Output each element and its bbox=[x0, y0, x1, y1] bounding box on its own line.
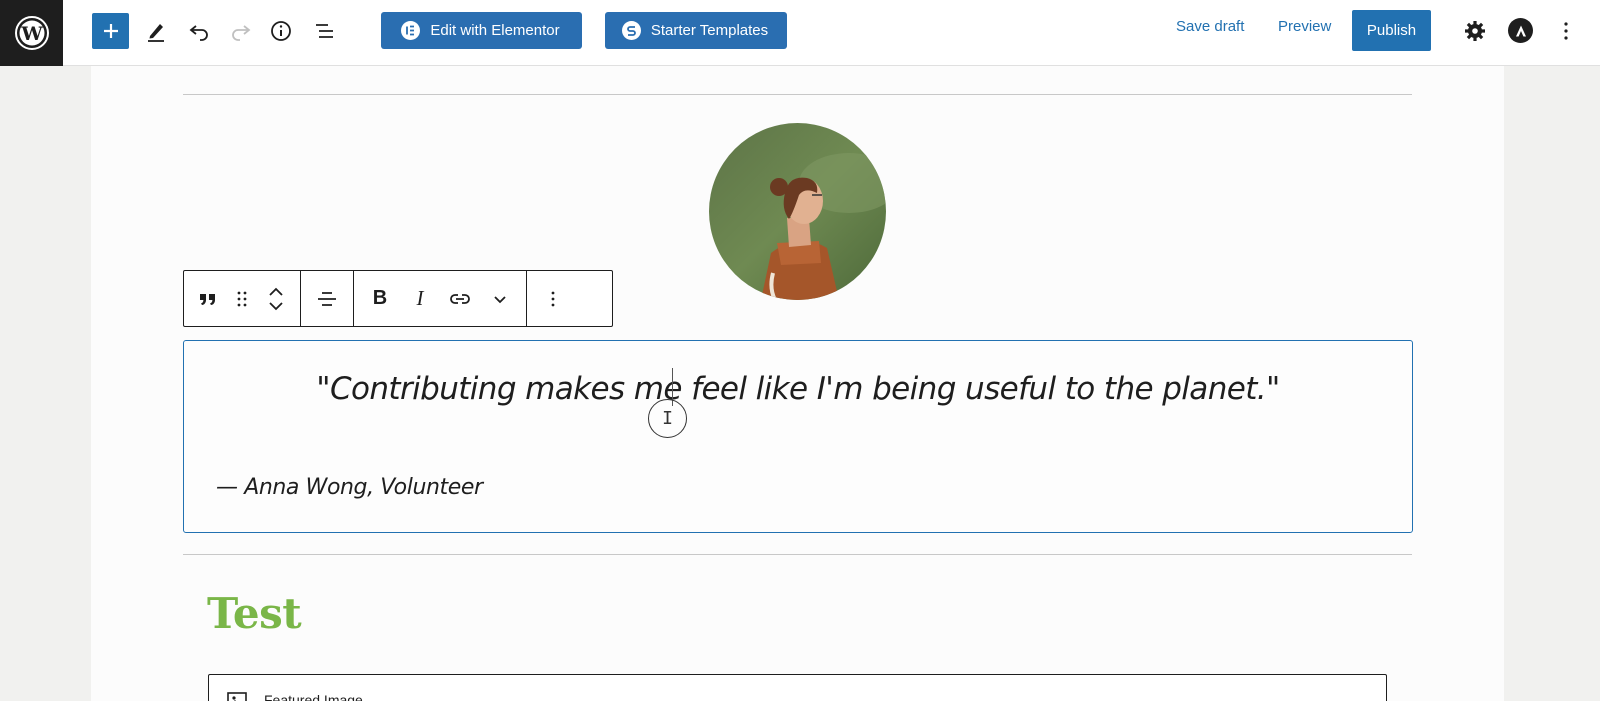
redo-button[interactable] bbox=[226, 16, 256, 46]
more-vertical-icon bbox=[1564, 22, 1568, 40]
astra-icon bbox=[1515, 25, 1526, 36]
svg-text:W: W bbox=[20, 23, 43, 45]
drag-icon bbox=[237, 291, 247, 306]
tools-button[interactable] bbox=[141, 16, 171, 46]
preview-label: Preview bbox=[1278, 18, 1332, 35]
wordpress-logo-button[interactable]: W bbox=[0, 0, 63, 66]
link-button[interactable] bbox=[440, 277, 480, 321]
featured-image-label: Featured Image bbox=[264, 692, 363, 701]
add-block-button[interactable] bbox=[92, 13, 129, 49]
info-icon bbox=[271, 21, 291, 41]
block-toolbar-group-align bbox=[301, 271, 354, 326]
block-toolbar: B I bbox=[183, 270, 613, 327]
page-heading[interactable]: Test bbox=[207, 589, 302, 638]
quote-citation[interactable]: — Anna Wong, Volunteer bbox=[216, 475, 483, 500]
elementor-icon bbox=[401, 21, 421, 40]
align-button[interactable] bbox=[307, 277, 347, 321]
bold-icon: B bbox=[372, 287, 388, 309]
details-button[interactable] bbox=[266, 16, 296, 46]
more-rich-text-button[interactable] bbox=[480, 277, 520, 321]
italic-button[interactable]: I bbox=[400, 277, 440, 321]
editor-top-toolbar: W Edit with Elementor Starter Templates … bbox=[0, 0, 1600, 66]
chevron-down-icon bbox=[269, 301, 283, 310]
save-draft-label: Save draft bbox=[1176, 18, 1245, 35]
publish-button[interactable]: Publish bbox=[1352, 10, 1431, 51]
italic-icon: I bbox=[416, 286, 424, 310]
astra-settings-button[interactable] bbox=[1508, 18, 1533, 43]
move-up-down-buttons[interactable] bbox=[258, 277, 294, 321]
wordpress-icon: W bbox=[14, 16, 49, 50]
more-vertical-icon bbox=[551, 291, 555, 306]
settings-button[interactable] bbox=[1460, 16, 1490, 46]
drag-handle[interactable] bbox=[226, 277, 258, 321]
save-draft-button[interactable]: Save draft bbox=[1176, 18, 1244, 35]
link-icon bbox=[450, 293, 470, 304]
redo-icon bbox=[232, 25, 251, 41]
bold-button[interactable]: B bbox=[360, 277, 400, 321]
starter-templates-button[interactable]: Starter Templates bbox=[605, 12, 787, 49]
separator-block[interactable] bbox=[183, 554, 1412, 555]
block-toolbar-group-options bbox=[527, 271, 579, 326]
plus-icon bbox=[103, 24, 118, 38]
separator-block[interactable] bbox=[183, 94, 1412, 95]
undo-icon bbox=[189, 25, 208, 41]
block-toolbar-group-parent bbox=[184, 271, 301, 326]
pencil-icon bbox=[148, 24, 164, 42]
chevron-up-icon bbox=[269, 287, 283, 296]
quote-icon bbox=[200, 293, 215, 305]
options-menu-button[interactable] bbox=[1551, 16, 1581, 46]
block-toolbar-group-format: B I bbox=[354, 271, 527, 326]
starter-templates-label: Starter Templates bbox=[650, 22, 769, 39]
block-options-button[interactable] bbox=[533, 277, 573, 321]
gear-icon bbox=[1465, 21, 1485, 41]
featured-image-block[interactable]: Featured Image bbox=[208, 674, 1387, 701]
preview-button[interactable]: Preview bbox=[1278, 18, 1331, 35]
starter-templates-icon bbox=[621, 21, 641, 40]
list-view-button[interactable] bbox=[310, 16, 340, 46]
undo-button[interactable] bbox=[184, 16, 214, 46]
publish-label: Publish bbox=[1366, 22, 1417, 39]
image-icon bbox=[227, 692, 247, 701]
list-view-icon bbox=[316, 24, 333, 38]
text-cursor-icon: I bbox=[648, 399, 687, 438]
block-type-button[interactable] bbox=[190, 277, 226, 321]
quote-block[interactable]: "Contributing makes me feel like I'm bei… bbox=[183, 340, 1413, 533]
quote-text[interactable]: "Contributing makes me feel like I'm bei… bbox=[184, 371, 1412, 407]
testimonial-portrait-image[interactable] bbox=[709, 123, 886, 300]
elementor-button-label: Edit with Elementor bbox=[430, 22, 560, 39]
align-center-icon bbox=[318, 291, 336, 306]
chevron-down-icon bbox=[494, 295, 506, 303]
edit-with-elementor-button[interactable]: Edit with Elementor bbox=[381, 12, 582, 49]
